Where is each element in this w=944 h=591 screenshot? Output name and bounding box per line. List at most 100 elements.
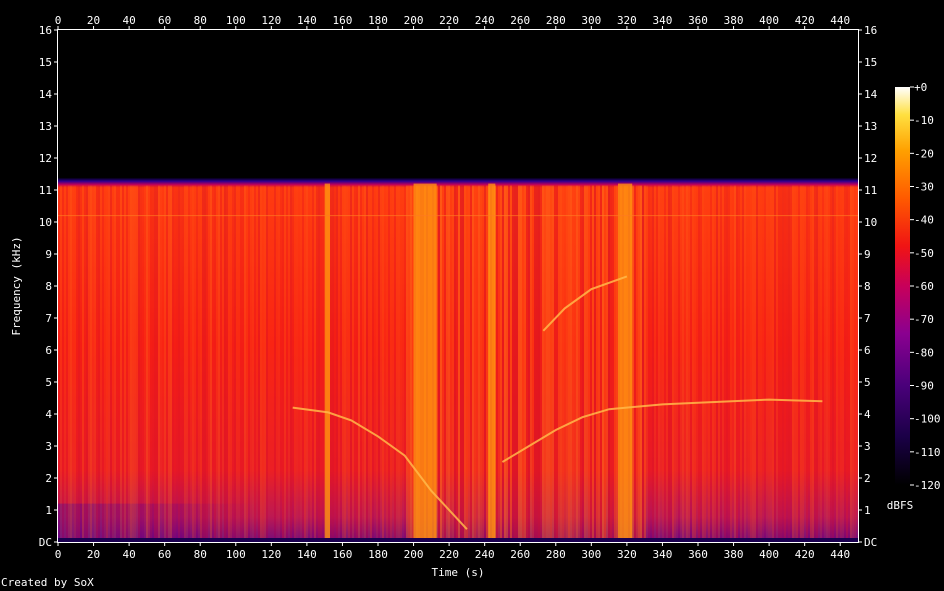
x-tick-label: 420 xyxy=(795,14,815,27)
texture-streak xyxy=(210,185,212,542)
texture-streak xyxy=(308,185,310,542)
texture-streak xyxy=(776,185,778,542)
y-axis-right: DC12345678910111213141516 xyxy=(858,24,878,549)
texture-streak xyxy=(760,185,762,542)
y-tick-label: DC xyxy=(39,536,52,549)
texture-streak xyxy=(160,185,162,542)
colorbar-tick-label: -20 xyxy=(914,147,934,160)
texture-streak xyxy=(832,185,834,542)
colorbar-tick-label: -110 xyxy=(914,446,941,459)
texture-streak xyxy=(332,185,334,542)
texture-streak xyxy=(200,185,202,542)
texture-streak xyxy=(66,185,68,542)
texture-streak xyxy=(580,185,582,542)
texture-streak xyxy=(232,185,234,542)
x-tick-label: 300 xyxy=(581,548,601,561)
texture-streak xyxy=(162,185,164,542)
texture-streak xyxy=(388,185,390,542)
x-tick-label: 280 xyxy=(546,14,566,27)
texture-streak xyxy=(220,185,222,542)
texture-streak xyxy=(688,185,690,542)
dc-edge xyxy=(58,538,858,542)
texture-streak xyxy=(538,185,540,542)
texture-streak xyxy=(686,185,688,542)
texture-streak xyxy=(824,185,826,542)
texture-streak xyxy=(118,185,120,542)
texture-streak xyxy=(126,185,128,542)
texture-streak xyxy=(600,185,602,542)
texture-streak xyxy=(84,185,86,542)
texture-streak xyxy=(180,185,182,542)
x-tick-label: 180 xyxy=(368,548,388,561)
texture-streak xyxy=(530,185,532,542)
texture-streak xyxy=(758,185,760,542)
texture-streak xyxy=(554,185,556,542)
texture-streak xyxy=(658,185,660,542)
texture-streak xyxy=(300,185,302,542)
texture-streak xyxy=(642,185,644,542)
texture-streak xyxy=(506,185,508,542)
texture-streak xyxy=(170,185,172,542)
texture-streak xyxy=(86,185,88,542)
texture-streak xyxy=(666,185,668,542)
texture-streak xyxy=(174,185,176,542)
texture-streak xyxy=(438,185,440,542)
x-tick-label: 420 xyxy=(795,548,815,561)
texture-streak xyxy=(846,185,848,542)
y-tick-label: 4 xyxy=(45,408,52,421)
x-tick-label: 120 xyxy=(261,14,281,27)
x-tick-label: 100 xyxy=(226,548,246,561)
texture-streak xyxy=(362,185,364,542)
texture-streak xyxy=(450,185,452,542)
texture-streak xyxy=(468,185,470,542)
y-tick-label: 6 xyxy=(45,344,52,357)
y-tick-label: 5 xyxy=(864,376,871,389)
texture-streak xyxy=(60,185,62,542)
texture-streak xyxy=(82,185,84,542)
texture-streak xyxy=(268,185,270,542)
x-tick-label: 120 xyxy=(261,548,281,561)
y-tick-label: 5 xyxy=(45,376,52,389)
texture-streak xyxy=(568,185,570,542)
texture-streak xyxy=(738,185,740,542)
texture-streak xyxy=(654,185,656,542)
texture-streak xyxy=(104,185,106,542)
texture-streak xyxy=(474,185,476,542)
y-tick-label: 14 xyxy=(864,88,878,101)
colorbar-tick-label: -60 xyxy=(914,280,934,293)
y-tick-label: 9 xyxy=(45,248,52,261)
texture-streak xyxy=(748,185,750,542)
x-tick-label: 200 xyxy=(404,14,424,27)
texture-streak xyxy=(636,185,638,542)
texture-streak xyxy=(102,185,104,542)
texture-streak xyxy=(856,185,858,542)
texture-streak xyxy=(674,185,676,542)
texture-streak xyxy=(682,185,684,542)
texture-streak xyxy=(798,185,800,542)
texture-streak xyxy=(252,185,254,542)
texture-streak xyxy=(138,185,140,542)
texture-streak xyxy=(638,185,640,542)
texture-streak xyxy=(836,185,838,542)
x-tick-label: 400 xyxy=(759,14,779,27)
x-tick-label: 360 xyxy=(688,14,708,27)
texture-streak xyxy=(192,185,194,542)
colorbar-tick-label: +0 xyxy=(914,81,927,94)
texture-streak xyxy=(336,185,338,542)
x-tick-label: 260 xyxy=(510,14,530,27)
texture-streak xyxy=(132,185,134,542)
x-tick-label: 440 xyxy=(830,548,850,561)
colorbar-tick-label: -90 xyxy=(914,380,934,393)
texture-streak xyxy=(518,185,520,542)
texture-streak xyxy=(588,185,590,542)
y-tick-label: 8 xyxy=(864,280,871,293)
texture-streak xyxy=(136,185,138,542)
colorbar-tick-label: -50 xyxy=(914,247,934,260)
texture-streak xyxy=(634,185,636,542)
texture-streak xyxy=(714,185,716,542)
y-tick-label: 1 xyxy=(864,504,871,517)
texture-streak xyxy=(756,185,758,542)
texture-streak xyxy=(704,185,706,542)
texture-streak xyxy=(144,185,146,542)
texture-streak xyxy=(632,185,634,542)
